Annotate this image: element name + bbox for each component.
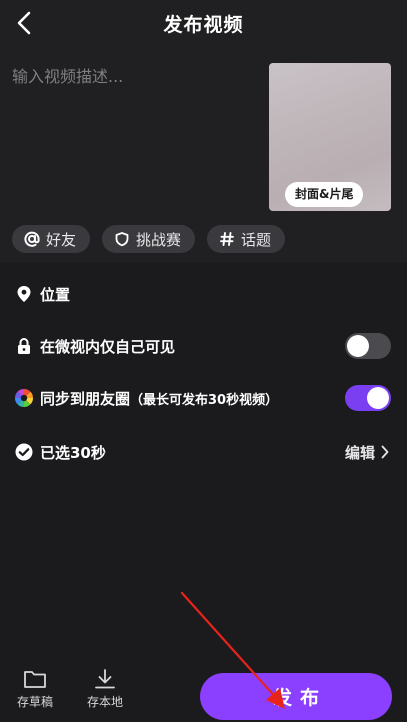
check-circle-icon	[14, 442, 34, 462]
sync-moments-toggle[interactable]	[345, 385, 391, 411]
location-row[interactable]: 位置	[0, 274, 407, 314]
save-local-button[interactable]: 存本地	[80, 668, 130, 710]
hashtag-icon	[220, 232, 234, 246]
download-icon	[95, 669, 115, 689]
private-visibility-row: 在微视内仅自己可见	[0, 326, 407, 366]
cover-and-ending-button[interactable]: 封面&片尾	[285, 182, 364, 207]
challenge-chip[interactable]: 挑战赛	[102, 225, 196, 253]
toggle-knob	[367, 387, 389, 409]
save-local-label: 存本地	[86, 695, 123, 709]
lock-icon	[14, 336, 34, 356]
location-label: 位置	[40, 285, 71, 304]
shield-icon	[115, 232, 129, 247]
compose-panel: 封面&片尾 好友 挑战赛 话题	[0, 48, 407, 262]
folder-icon	[24, 671, 46, 688]
tag-chips: 好友 挑战赛 话题	[12, 225, 286, 253]
chevron-right-icon	[381, 445, 389, 459]
chip-label: 挑战赛	[136, 230, 182, 249]
video-cover-thumbnail[interactable]: 封面&片尾	[269, 63, 391, 211]
page-title: 发布视频	[163, 14, 244, 36]
chip-label: 话题	[241, 230, 272, 249]
sync-moments-label: 同步到朋友圈（最长可发布30秒视频）	[40, 388, 278, 409]
moments-icon	[14, 388, 34, 408]
chip-label: 好友	[46, 230, 77, 249]
private-visibility-label: 在微视内仅自己可见	[40, 337, 176, 356]
private-visibility-toggle[interactable]	[345, 333, 391, 359]
description-input[interactable]	[12, 64, 252, 88]
publish-button[interactable]: 发布	[200, 673, 392, 720]
save-draft-button[interactable]: 存草稿	[10, 668, 60, 710]
topic-chip[interactable]: 话题	[207, 225, 286, 253]
top-bar: 发布视频	[0, 0, 407, 48]
save-draft-label: 存草稿	[16, 695, 53, 709]
sync-moments-row: 同步到朋友圈（最长可发布30秒视频）	[0, 378, 407, 418]
edit-button[interactable]: 编辑	[345, 442, 389, 463]
at-icon	[24, 231, 40, 247]
edit-label: 编辑	[344, 443, 375, 462]
bottom-bar: 存草稿 存本地 发布	[0, 660, 407, 722]
mention-friend-chip[interactable]: 好友	[12, 225, 91, 253]
selected-duration-row: 已选30秒 编辑	[0, 432, 407, 472]
sync-moments-note: （最长可发布30秒视频）	[130, 392, 279, 408]
toggle-knob	[347, 335, 369, 357]
location-pin-icon	[14, 284, 34, 304]
sync-moments-text: 同步到朋友圈	[40, 389, 131, 408]
selected-duration-label: 已选30秒	[40, 443, 106, 462]
